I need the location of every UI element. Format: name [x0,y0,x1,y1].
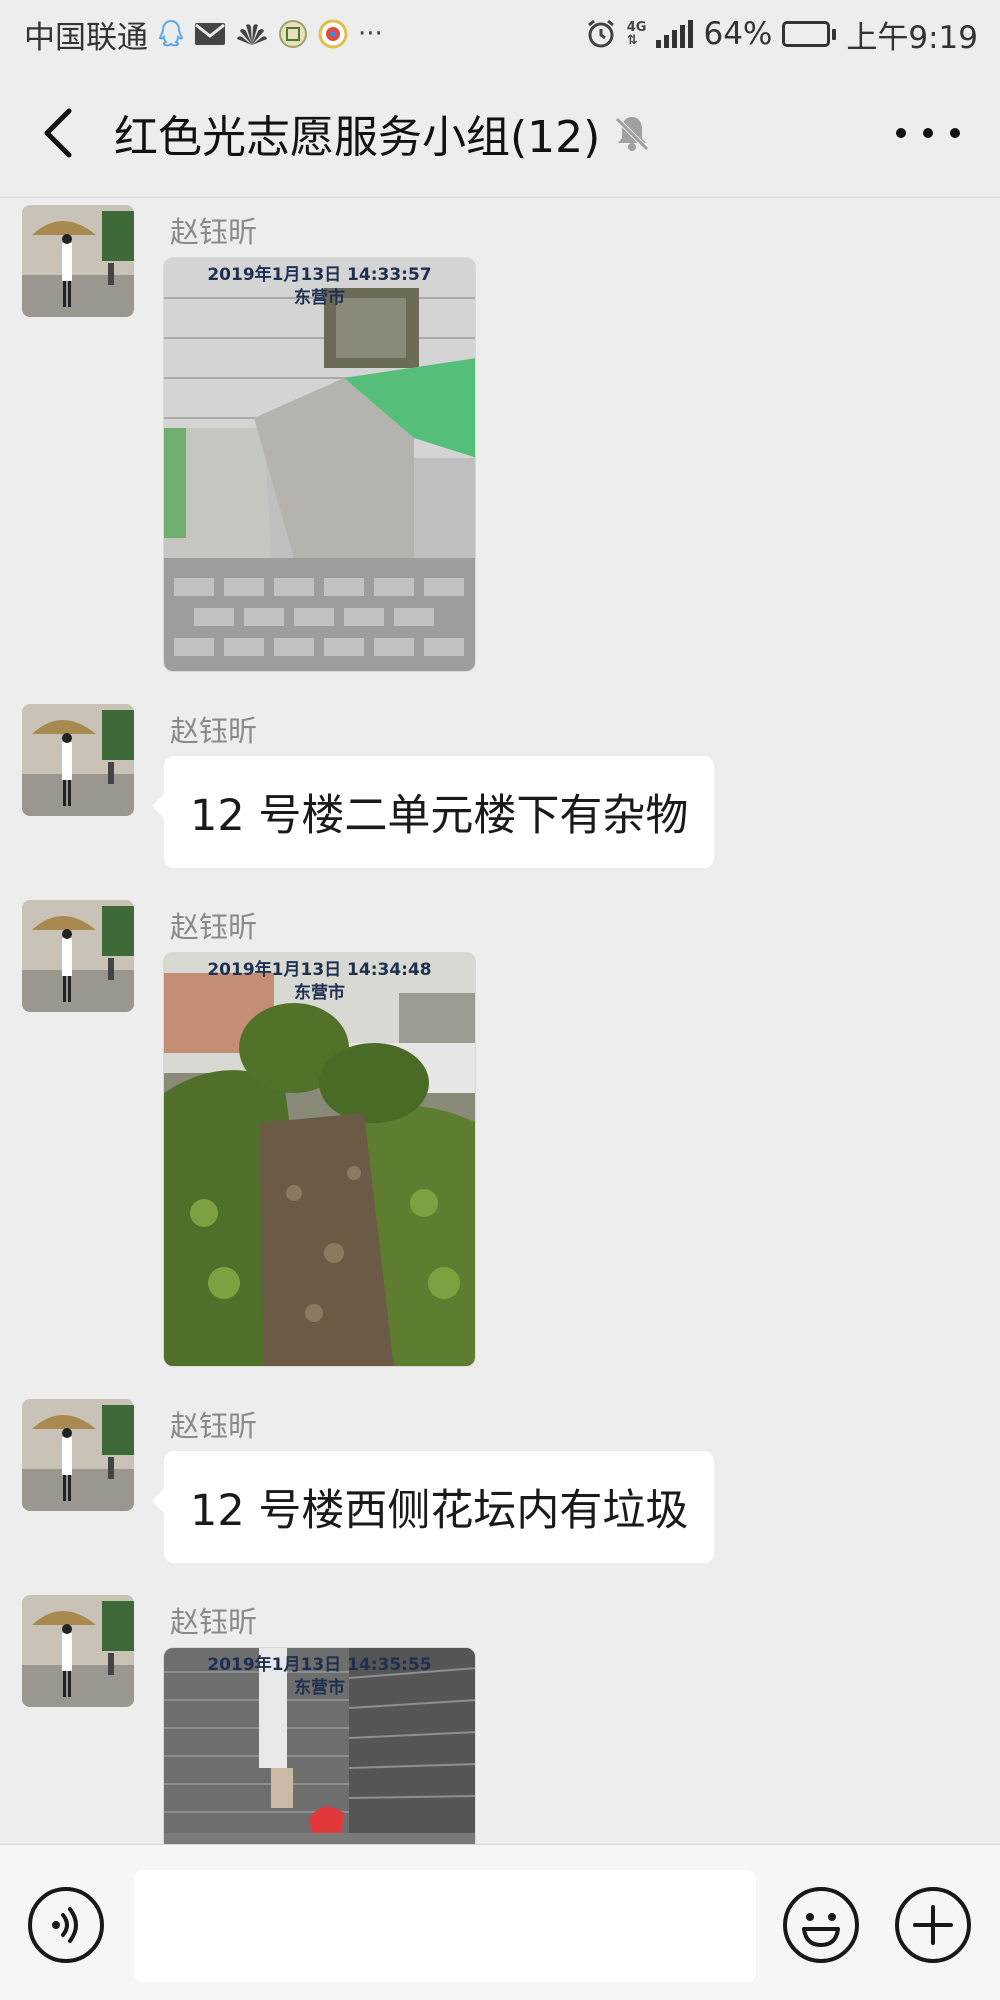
more-options-button[interactable] [896,108,960,158]
message-bubble[interactable]: 12 号楼二单元楼下有杂物 [151,756,715,868]
message-photo[interactable]: 2019年1月13日 14:34:48 东营市 [163,952,476,1367]
sender-name: 赵钰昕 [170,215,258,249]
clock: 上午9:19 [846,19,978,56]
dot-icon [950,128,960,138]
emoji-button[interactable] [783,1887,859,1963]
battery-percent: 64% [703,16,773,52]
photo-location: 东营市 [294,288,345,308]
voice-icon [52,1907,78,1943]
sender-name: 赵钰昕 [170,1605,258,1639]
chevron-left-icon [44,108,72,157]
photo-location: 东营市 [294,983,345,1003]
photo-timestamp: 2019年1月13日 14:33:57 [207,265,432,285]
dot-icon [896,128,906,138]
app-icon [278,19,308,49]
voice-input-button[interactable] [28,1887,104,1963]
message-input[interactable] [134,1870,756,1982]
message-bubble[interactable]: 12 号楼西侧花坛内有垃圾 [151,1451,715,1563]
qq-icon [158,19,184,49]
huawei-icon [236,21,268,47]
back-button[interactable] [28,103,88,163]
sender-name: 赵钰昕 [170,714,258,748]
message-list[interactable]: 赵钰昕 2019年1月13日 14:33:57 东营市 赵钰昕 12 号楼二单元… [0,199,1000,1844]
avatar[interactable] [22,704,134,816]
data-arrows-icon: ⇅ [626,33,638,48]
message-photo[interactable]: 2019年1月13日 14:35:55 东营市 [163,1647,476,1844]
dot-icon [923,128,933,138]
sender-name: 赵钰昕 [170,910,258,944]
more-functions-button[interactable] [895,1887,971,1963]
alarm-icon [585,18,617,50]
weibo-icon [318,19,348,49]
avatar[interactable] [22,900,134,1012]
message-photo[interactable]: 2019年1月13日 14:33:57 东营市 [163,257,476,672]
sender-name: 赵钰昕 [170,1409,258,1443]
more-notifications-icon: ··· [358,19,383,49]
mail-icon [194,22,226,46]
smiley-icon [802,1913,840,1947]
status-bar-right: 4G ⇅ 64% 上午9:19 [585,12,978,57]
battery-icon [782,21,837,47]
status-bar: 中国联通 ··· 4G ⇅ 64% 上午9:19 [0,0,1000,68]
avatar[interactable] [22,205,134,317]
avatar[interactable] [22,1399,134,1511]
carrier-label: 中国联通 [24,19,148,56]
chat-title: 红色光志愿服务小组(12) [114,111,601,163]
mute-bell-icon [614,113,650,153]
status-bar-left: 中国联通 ··· [24,12,383,57]
photo-timestamp: 2019年1月13日 14:35:55 [207,1655,432,1675]
avatar[interactable] [22,1595,134,1707]
signal-icon [656,20,694,48]
photo-timestamp: 2019年1月13日 14:34:48 [207,960,432,980]
input-bar [0,1844,1000,2000]
photo-location: 东营市 [294,1678,345,1698]
chat-header: 红色光志愿服务小组(12) [0,68,1000,198]
plus-icon [913,1905,953,1945]
